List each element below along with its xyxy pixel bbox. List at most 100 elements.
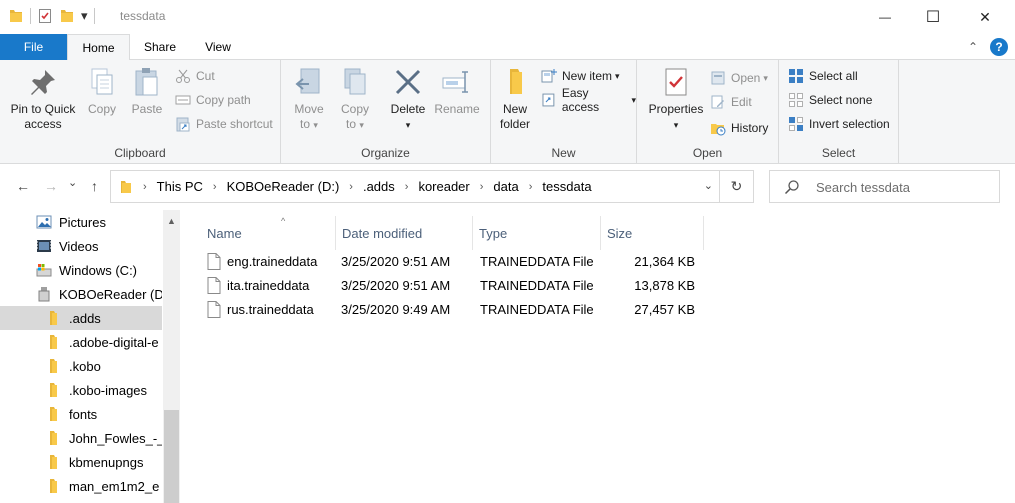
nav-item-john-fowles[interactable]: John_Fowles_-_ bbox=[0, 426, 162, 450]
breadcrumb-item[interactable]: This PC bbox=[157, 179, 203, 194]
nav-item-kbmenupngs[interactable]: kbmenupngs bbox=[0, 450, 162, 474]
search-box[interactable] bbox=[769, 170, 1000, 203]
file-name: ita.traineddata bbox=[227, 278, 310, 293]
scissors-icon bbox=[176, 69, 190, 83]
column-header-date-modified[interactable]: Date modified bbox=[336, 216, 473, 250]
column-header-name[interactable]: ^ Name bbox=[201, 216, 336, 250]
tab-home[interactable]: Home bbox=[67, 34, 130, 61]
cut-label: Cut bbox=[196, 69, 215, 83]
nav-item-man-em1m2-e[interactable]: man_em1m2_e bbox=[0, 474, 162, 498]
move-to-button[interactable]: Move to ▾ bbox=[289, 66, 329, 133]
scroll-up-arrow-icon[interactable]: ▲ bbox=[167, 216, 176, 226]
paste-button[interactable]: Paste bbox=[126, 66, 168, 117]
breadcrumb-item[interactable]: data bbox=[493, 179, 518, 194]
copy-path-icon bbox=[175, 95, 191, 105]
help-icon[interactable]: ? bbox=[990, 38, 1008, 56]
history-button[interactable]: History bbox=[710, 118, 768, 138]
maximize-button[interactable]: ☐ bbox=[910, 0, 956, 34]
nav-item-kobo-images[interactable]: .kobo-images bbox=[0, 378, 162, 402]
copy-button[interactable]: Copy bbox=[82, 66, 122, 117]
breadcrumb-separator-icon[interactable]: › bbox=[213, 181, 217, 193]
recent-locations-button[interactable]: ⌄ bbox=[68, 176, 77, 189]
scrollbar-thumb[interactable] bbox=[164, 410, 179, 503]
nav-item-videos[interactable]: Videos bbox=[0, 234, 162, 258]
paste-shortcut-button[interactable]: Paste shortcut bbox=[175, 114, 273, 134]
file-row[interactable]: ita.traineddata 3/25/2020 9:51 AM TRAINEDD… bbox=[207, 274, 707, 298]
edit-button[interactable]: Edit bbox=[710, 92, 752, 112]
breadcrumb-item[interactable]: tessdata bbox=[542, 179, 591, 194]
column-header-size[interactable]: Size bbox=[601, 216, 704, 250]
pin-to-quick-access-button[interactable]: Pin to Quick access bbox=[6, 66, 80, 132]
open-button[interactable]: Open ▾ bbox=[710, 68, 768, 88]
breadcrumb-separator-icon[interactable]: › bbox=[405, 181, 409, 193]
properties-icon bbox=[665, 68, 687, 96]
nav-item-kobo[interactable]: .kobo bbox=[0, 354, 162, 378]
address-history-dropdown-icon[interactable]: ⌄ bbox=[704, 179, 713, 192]
copy-to-button[interactable]: Copy to ▾ bbox=[335, 66, 375, 133]
nav-item-koboereader-d[interactable]: KOBOeReader (D: bbox=[0, 282, 162, 306]
back-button[interactable]: ← bbox=[16, 178, 30, 194]
move-to-dropdown-icon: ▾ bbox=[313, 120, 318, 130]
properties-checkmark-icon[interactable] bbox=[37, 8, 53, 24]
new-folder-icon[interactable] bbox=[59, 8, 75, 24]
navigation-pane-scrollbar[interactable]: ▲ bbox=[163, 210, 180, 503]
breadcrumb-item[interactable]: .adds bbox=[363, 179, 395, 194]
breadcrumb-item[interactable]: KOBOeReader (D:) bbox=[227, 179, 340, 194]
breadcrumb-separator-icon[interactable]: › bbox=[529, 181, 533, 193]
refresh-button[interactable]: ↻ bbox=[719, 171, 753, 202]
move-to-icon bbox=[295, 68, 320, 94]
easy-access-dropdown-icon: ▾ bbox=[631, 94, 636, 105]
breadcrumb-separator-icon[interactable]: › bbox=[480, 181, 484, 193]
paste-label: Paste bbox=[131, 102, 163, 116]
minimize-button[interactable]: — bbox=[862, 0, 908, 34]
copy-to-icon bbox=[344, 68, 366, 95]
close-button[interactable]: ✕ bbox=[962, 0, 1008, 34]
tab-share[interactable]: Share bbox=[130, 34, 190, 60]
nav-item-windows-c[interactable]: Windows (C:) bbox=[0, 258, 162, 282]
address-bar[interactable]: › This PC › KOBOeReader (D:) › .adds › k… bbox=[110, 170, 754, 203]
copy-path-label: Copy path bbox=[196, 93, 251, 107]
tab-file[interactable]: File bbox=[0, 34, 67, 60]
file-row[interactable]: eng.traineddata 3/25/2020 9:51 AM TRAINEDD… bbox=[207, 250, 707, 274]
nav-item-pictures[interactable]: Pictures bbox=[0, 210, 162, 234]
forward-button[interactable]: → bbox=[44, 178, 58, 194]
select-none-button[interactable]: Select none bbox=[788, 90, 872, 110]
maximize-icon: ☐ bbox=[925, 9, 941, 26]
select-all-button[interactable]: Select all bbox=[788, 66, 858, 86]
new-folder-button[interactable]: New folder bbox=[495, 66, 535, 132]
delete-button[interactable]: Delete ▾ bbox=[387, 66, 429, 133]
folder-icon[interactable] bbox=[8, 8, 24, 24]
easy-access-label: Easy access bbox=[561, 86, 600, 114]
nav-item-adds[interactable]: .adds bbox=[0, 306, 162, 330]
folder-icon bbox=[46, 406, 62, 422]
new-item-button[interactable]: New item ▾ bbox=[541, 66, 620, 86]
breadcrumb-separator-icon[interactable]: › bbox=[349, 181, 353, 193]
nav-item-adobe-digital-e[interactable]: .adobe-digital-e bbox=[0, 330, 162, 354]
open-label: Open bbox=[731, 71, 761, 85]
file-row[interactable]: rus.traineddata 3/25/2020 9:49 AM TRAINEDD… bbox=[207, 298, 707, 322]
navigation-pane: man_em1m2_e kbmenupngs John_Fowles_-_ fonts… bbox=[0, 210, 181, 503]
tab-view[interactable]: View bbox=[190, 34, 246, 60]
easy-access-button[interactable]: Easy access ▾ bbox=[541, 86, 636, 114]
file-type: TRAINEDDATA File bbox=[480, 254, 594, 269]
copy-path-button[interactable]: Copy path bbox=[175, 90, 251, 110]
paste-icon bbox=[135, 68, 158, 96]
rename-button[interactable]: Rename bbox=[431, 66, 483, 117]
nav-item-fonts[interactable]: fonts bbox=[0, 402, 162, 426]
properties-button[interactable]: Properties ▾ bbox=[643, 66, 709, 133]
up-button[interactable]: ↑ bbox=[91, 178, 98, 194]
history-label: History bbox=[731, 121, 769, 135]
invert-selection-icon bbox=[789, 117, 803, 131]
select-none-icon bbox=[789, 93, 803, 107]
breadcrumb-item[interactable]: koreader bbox=[418, 179, 469, 194]
nav-item-label: Windows (C:) bbox=[59, 262, 138, 278]
minimize-ribbon-icon[interactable]: ⌃ bbox=[968, 40, 978, 54]
cut-button[interactable]: Cut bbox=[175, 66, 215, 86]
customize-toolbar-dropdown[interactable]: ▾ bbox=[81, 8, 88, 24]
copy-icon bbox=[91, 68, 113, 95]
nav-item-label: .kobo-images bbox=[69, 382, 148, 398]
search-input[interactable] bbox=[816, 177, 992, 197]
column-header-type[interactable]: Type bbox=[473, 216, 601, 250]
refresh-icon: ↻ bbox=[730, 178, 743, 194]
invert-selection-button[interactable]: Invert selection bbox=[788, 114, 890, 134]
